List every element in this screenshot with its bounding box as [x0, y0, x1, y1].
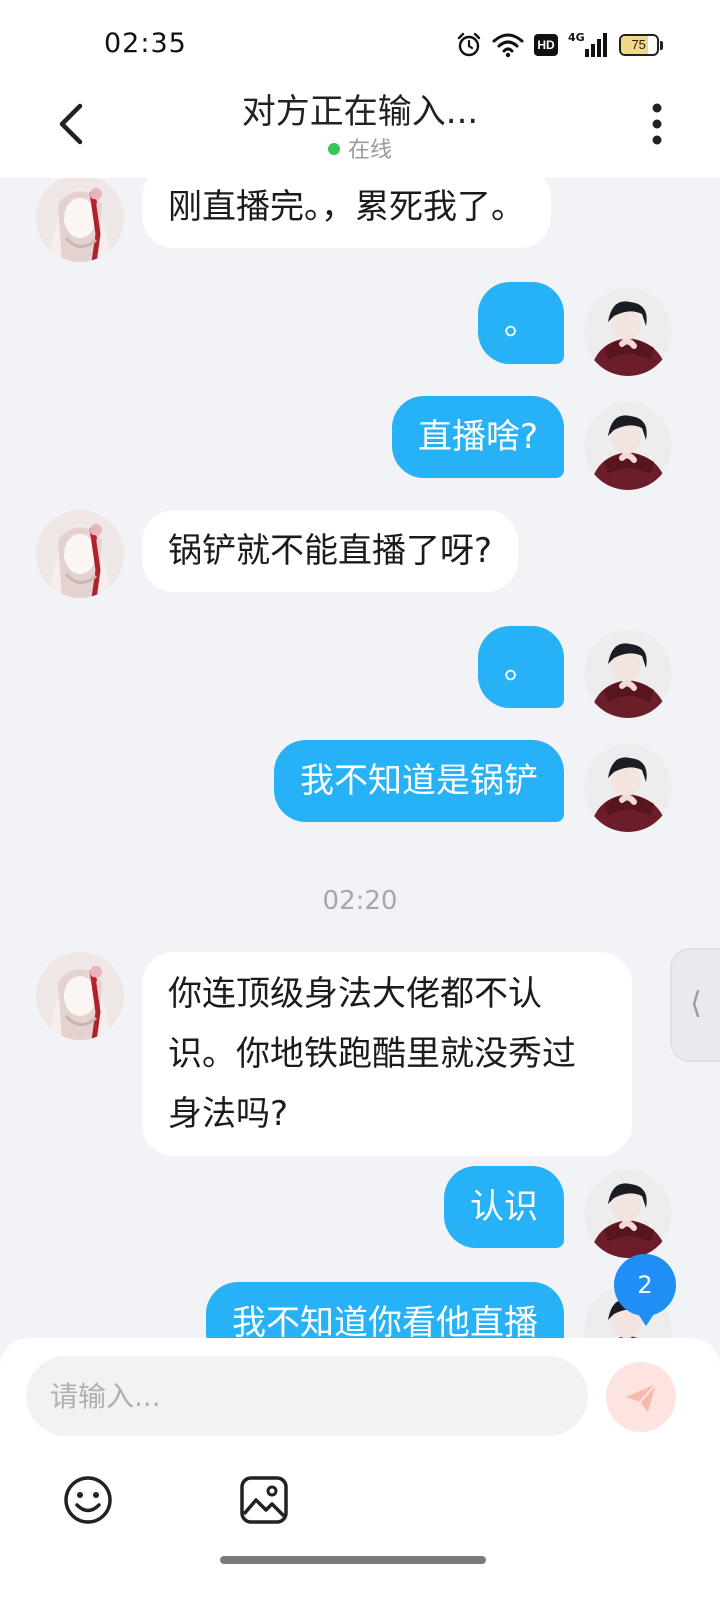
unread-count-badge[interactable]: 2 — [614, 1254, 676, 1326]
online-status: 在线 — [0, 132, 720, 164]
online-dot-icon — [327, 143, 340, 155]
outgoing-message[interactable]: 。 — [478, 626, 564, 708]
status-icons: HD 4G 75 — [456, 30, 673, 60]
hd-icon: HD — [534, 34, 558, 56]
outgoing-message[interactable]: 认识 — [444, 1166, 564, 1248]
send-icon — [626, 1383, 657, 1412]
more-vertical-icon — [652, 103, 662, 145]
battery-icon: 75 — [618, 34, 659, 56]
outgoing-message[interactable]: 直播啥? — [391, 396, 564, 478]
my-avatar[interactable] — [584, 288, 672, 376]
online-status-label: 在线 — [347, 138, 392, 163]
network-label: 4G — [568, 30, 585, 44]
side-panel-handle[interactable]: ⟨ — [670, 948, 720, 1062]
incoming-message[interactable]: 你连顶级身法大佬都不认识。你地铁跑酷里就没秀过身法吗? — [142, 952, 632, 1156]
my-avatar[interactable] — [584, 1170, 672, 1258]
composer-panel — [0, 1338, 720, 1600]
time-divider: 02:20 — [322, 886, 398, 916]
wifi-icon — [492, 33, 524, 58]
status-time: 02:35 — [104, 28, 187, 59]
my-avatar[interactable] — [584, 744, 672, 832]
alarm-icon — [457, 32, 481, 57]
page-title: 对方正在输入... — [241, 92, 479, 132]
outgoing-message[interactable]: 我不知道是锅铲 — [274, 740, 564, 822]
battery-level: 75 — [631, 37, 646, 52]
emoji-icon — [64, 1476, 112, 1524]
message-input[interactable] — [26, 1356, 588, 1436]
contact-avatar[interactable] — [36, 510, 124, 598]
battery-tip — [659, 40, 663, 50]
incoming-message[interactable]: 锅铲就不能直播了呀? — [142, 510, 519, 592]
image-button[interactable] — [238, 1474, 290, 1526]
message-list[interactable]: 刚直播完。，累死我了。 。 直播啥? 锅铲就不能直播了呀? 。 我不知道是锅铲 … — [0, 178, 720, 1368]
send-button[interactable] — [606, 1362, 676, 1432]
contact-avatar[interactable] — [36, 178, 124, 262]
my-avatar[interactable] — [584, 402, 672, 490]
signal-icon — [584, 33, 607, 57]
image-icon — [240, 1476, 288, 1524]
emoji-button[interactable] — [62, 1474, 114, 1526]
incoming-message[interactable]: 刚直播完。，累死我了。 — [142, 178, 551, 248]
outgoing-message[interactable]: 。 — [478, 282, 564, 364]
more-button[interactable] — [642, 100, 672, 150]
my-avatar[interactable] — [584, 630, 672, 718]
home-indicator[interactable] — [220, 1556, 486, 1564]
top-bar: 02:35 HD 4G 75 对方正在输入... 在线 — [0, 0, 720, 178]
contact-avatar[interactable] — [36, 952, 124, 1040]
